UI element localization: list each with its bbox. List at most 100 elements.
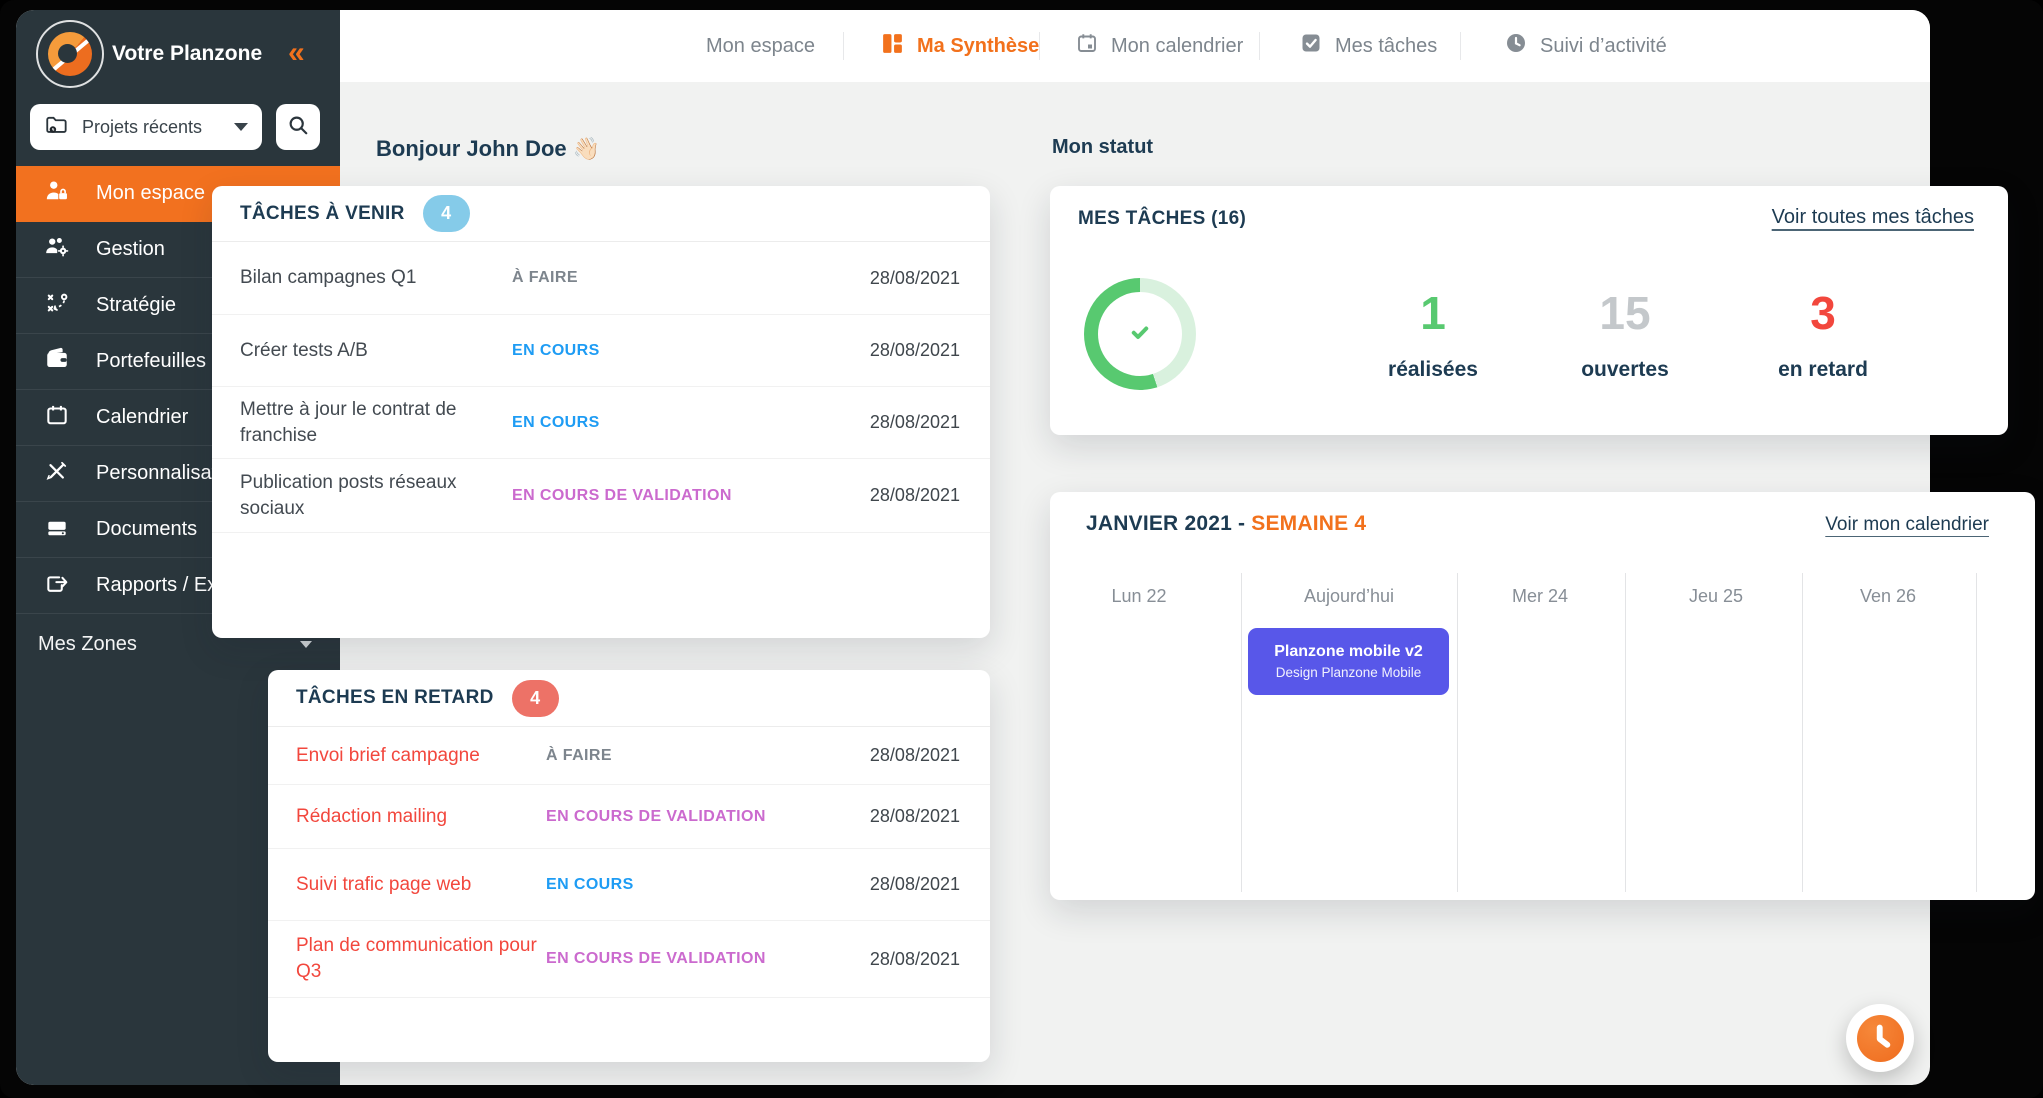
task-name: Plan de communication pour Q3	[296, 933, 546, 984]
task-row[interactable]: Suivi trafic page web EN COURS 28/08/202…	[268, 849, 990, 921]
task-date: 28/08/2021	[870, 268, 960, 289]
wallet-icon	[44, 346, 70, 378]
stat-completed: 1 réalisées	[1353, 290, 1513, 382]
clock-icon	[1857, 1015, 1904, 1062]
brand-name: Votre Planzone	[112, 42, 262, 66]
drive-icon	[44, 514, 70, 546]
day-column-header: Aujourd’hui	[1269, 586, 1429, 607]
sidebar-item-label: Mon espace	[96, 182, 205, 205]
team-gear-icon	[44, 234, 70, 266]
time-tracker-fab[interactable]	[1846, 1004, 1914, 1072]
task-date: 28/08/2021	[870, 874, 960, 895]
task-name: Rédaction mailing	[296, 804, 546, 830]
tab-label: Mon espace	[706, 35, 815, 58]
stat-label: en retard	[1743, 358, 1903, 382]
day-separator	[1625, 573, 1626, 892]
folder-icon	[44, 112, 70, 143]
view-calendar-link[interactable]: Voir mon calendrier	[1825, 514, 1989, 536]
task-name: Bilan campagnes Q1	[240, 265, 512, 291]
tab-mon-espace[interactable]: Mon espace	[706, 10, 815, 82]
task-date: 28/08/2021	[870, 806, 960, 827]
sidebar-item-label: Portefeuilles	[96, 350, 206, 373]
sidebar-item-label: Gestion	[96, 238, 165, 261]
day-separator	[1976, 573, 1977, 892]
week-calendar-card: JANVIER 2021 - SEMAINE 4 Voir mon calend…	[1050, 492, 2035, 900]
task-status: EN COURS	[546, 876, 634, 894]
late-tasks-card: TÂCHES EN RETARD 4 Envoi brief campagne …	[268, 670, 990, 1062]
stat-value: 3	[1743, 290, 1903, 336]
view-all-tasks-link[interactable]: Voir toutes mes tâches	[1772, 206, 1974, 229]
stat-label: réalisées	[1353, 358, 1513, 382]
sidebar-item-label: Calendrier	[96, 406, 188, 429]
sidebar-item-label: Stratégie	[96, 294, 176, 317]
task-status: EN COURS	[512, 342, 600, 360]
task-name: Mettre à jour le contrat de franchise	[240, 397, 512, 448]
tab-label: Mes tâches	[1335, 35, 1437, 58]
calendar-month: JANVIER 2021 -	[1086, 512, 1251, 535]
tasks-progress-donut	[1084, 278, 1196, 390]
top-navigation-bar: Mon espace Ma Synthèse Mon calendrier	[340, 10, 1930, 82]
task-date: 28/08/2021	[870, 745, 960, 766]
task-status: EN COURS DE VALIDATION	[546, 950, 766, 968]
calendar-icon	[44, 402, 70, 434]
project-filter-dropdown[interactable]: Projets récents	[30, 104, 262, 150]
event-title: Planzone mobile v2	[1274, 643, 1422, 661]
strategy-icon	[44, 290, 70, 322]
tab-label: Ma Synthèse	[917, 35, 1039, 58]
task-row[interactable]: Mettre à jour le contrat de franchise EN…	[212, 387, 990, 459]
planzone-logo[interactable]	[36, 20, 104, 88]
task-row[interactable]: Plan de communication pour Q3 EN COURS D…	[268, 921, 990, 998]
task-date: 28/08/2021	[870, 949, 960, 970]
tab-suivi-activite[interactable]: Suivi d’activité	[1504, 10, 1667, 82]
check-icon	[1125, 317, 1155, 352]
greeting: Bonjour John Doe 👋🏻	[376, 136, 600, 162]
stat-late: 3 en retard	[1743, 290, 1903, 382]
task-name: Publication posts réseaux sociaux	[240, 470, 512, 521]
card-header: TÂCHES À VENIR 4	[212, 186, 990, 242]
task-row[interactable]: Publication posts réseaux sociaux EN COU…	[212, 459, 990, 533]
event-subtitle: Design Planzone Mobile	[1276, 665, 1422, 680]
calendar-week: SEMAINE 4	[1251, 512, 1366, 535]
upcoming-tasks-card: TÂCHES À VENIR 4 Bilan campagnes Q1 À FA…	[212, 186, 990, 638]
tab-ma-synthese[interactable]: Ma Synthèse	[880, 10, 1039, 82]
stat-value: 15	[1545, 290, 1705, 336]
tab-mon-calendrier[interactable]: Mon calendrier	[1075, 10, 1243, 82]
calendar-icon	[1075, 31, 1099, 61]
task-row[interactable]: Créer tests A/B EN COURS 28/08/2021	[212, 315, 990, 387]
task-row[interactable]: Rédaction mailing EN COURS DE VALIDATION…	[268, 785, 990, 849]
logo-mark	[48, 32, 92, 76]
calendar-title: JANVIER 2021 - SEMAINE 4	[1086, 512, 1366, 536]
task-status: À FAIRE	[512, 269, 578, 287]
count-badge: 4	[512, 680, 559, 717]
tab-separator	[1460, 32, 1461, 60]
tab-mes-taches[interactable]: Mes tâches	[1299, 10, 1437, 82]
card-header: TÂCHES EN RETARD 4	[268, 670, 990, 727]
task-status: À FAIRE	[546, 747, 612, 765]
task-name: Créer tests A/B	[240, 338, 512, 364]
collapse-sidebar-icon[interactable]: «	[288, 36, 302, 70]
task-row[interactable]: Envoi brief campagne À FAIRE 28/08/2021	[268, 727, 990, 785]
chevron-down-icon	[300, 641, 312, 648]
my-tasks-summary-card: MES TÂCHES (16) Voir toutes mes tâches 1…	[1050, 186, 2008, 435]
export-icon	[44, 570, 70, 602]
task-name: Suivi trafic page web	[296, 872, 546, 898]
tab-separator	[1259, 32, 1260, 60]
day-column-header: Ven 26	[1808, 586, 1968, 607]
task-status: EN COURS DE VALIDATION	[512, 487, 732, 505]
tab-label: Mon calendrier	[1111, 35, 1243, 58]
day-column-header: Jeu 25	[1636, 586, 1796, 607]
task-row[interactable]: Bilan campagnes Q1 À FAIRE 28/08/2021	[212, 242, 990, 315]
search-icon	[285, 112, 311, 143]
dashboard-grid-icon	[880, 31, 905, 62]
card-title: MES TÂCHES (16)	[1078, 208, 1246, 230]
calendar-event[interactable]: Planzone mobile v2 Design Planzone Mobil…	[1248, 628, 1449, 695]
task-date: 28/08/2021	[870, 340, 960, 361]
day-separator	[1802, 573, 1803, 892]
task-status: EN COURS DE VALIDATION	[546, 808, 766, 826]
sidebar-item-label: Documents	[96, 518, 197, 541]
tab-separator	[843, 32, 844, 60]
status-heading: Mon statut	[1052, 136, 1153, 159]
search-button[interactable]	[276, 104, 320, 150]
card-title: TÂCHES EN RETARD	[296, 687, 494, 709]
clock-icon	[1504, 31, 1528, 61]
